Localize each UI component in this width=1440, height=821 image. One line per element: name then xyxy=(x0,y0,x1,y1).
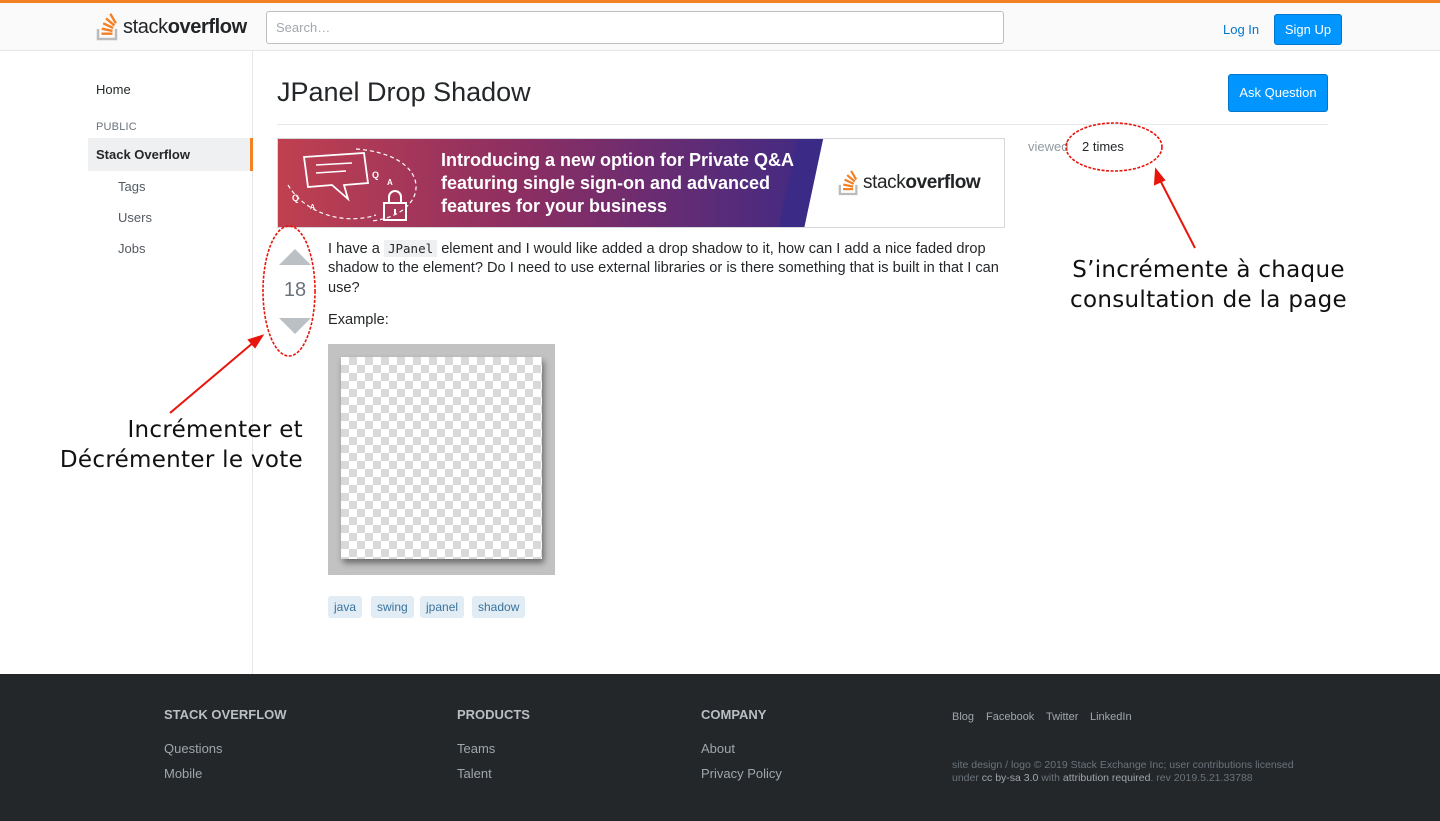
legal-text-part: . rev 2019.5.21.33788 xyxy=(1150,772,1253,784)
logo-wordmark: stackoverflow xyxy=(123,15,247,38)
vote-count: 18 xyxy=(283,279,307,301)
footer-heading-company: COMPANY xyxy=(701,707,767,722)
views-arrow-line xyxy=(1159,179,1196,249)
svg-text:A: A xyxy=(387,178,393,187)
transparent-checkerboard xyxy=(341,357,542,559)
question-body: I have a JPanel element and I would like… xyxy=(328,239,1004,298)
footer-legal-text: site design / logo © 2019 Stack Exchange… xyxy=(952,759,1322,785)
sidebar-item-users[interactable]: Users xyxy=(118,210,152,225)
tag-jpanel[interactable]: jpanel xyxy=(420,596,465,618)
footer-link-twitter[interactable]: Twitter xyxy=(1046,711,1078,723)
signup-button[interactable]: Sign Up xyxy=(1274,14,1342,45)
sidebar-section-label: PUBLIC xyxy=(96,121,137,133)
body-text-part: I have a xyxy=(328,241,384,257)
example-shadow-image xyxy=(328,344,555,575)
footer-heading-stackoverflow: STACK OVERFLOW xyxy=(164,707,287,722)
inline-code: JPanel xyxy=(383,240,438,257)
site-footer: STACK OVERFLOW Questions Mobile PRODUCTS… xyxy=(0,674,1440,821)
upvote-arrow-icon[interactable] xyxy=(279,248,311,266)
vote-annotation: Incrémenter et Décrémenter le vote xyxy=(40,415,303,475)
svg-text:A: A xyxy=(310,204,315,211)
footer-link-talent[interactable]: Talent xyxy=(457,766,492,781)
sidebar-item-jobs[interactable]: Jobs xyxy=(118,241,145,256)
sidebar-item-stack-overflow[interactable]: Stack Overflow xyxy=(88,138,253,171)
annotation-line: S’incrémente à chaque xyxy=(1072,257,1345,283)
footer-link-privacy-policy[interactable]: Privacy Policy xyxy=(701,766,782,781)
example-label: Example: xyxy=(328,312,389,328)
annotation-line: Décrémenter le vote xyxy=(59,447,303,473)
tag-shadow[interactable]: shadow xyxy=(472,596,526,618)
viewed-label: viewed xyxy=(1028,139,1069,154)
footer-link-mobile[interactable]: Mobile xyxy=(164,766,202,781)
login-link[interactable]: Log In xyxy=(1215,14,1267,45)
legal-text-part: with xyxy=(1038,772,1063,784)
banner-logo: stackoverflow xyxy=(838,169,981,197)
footer-heading-products: PRODUCTS xyxy=(457,707,530,722)
promo-banner[interactable]: Q A Q A Introducing a new option for Pri… xyxy=(277,138,1005,228)
title-divider xyxy=(277,124,1328,125)
view-count: 2 times xyxy=(1082,139,1124,154)
search-input[interactable] xyxy=(266,11,1004,44)
svg-text:Q: Q xyxy=(372,170,379,180)
left-sidebar: Home PUBLIC Stack Overflow Tags Users Jo… xyxy=(0,51,253,674)
ask-question-button[interactable]: Ask Question xyxy=(1228,74,1328,112)
banner-headline: Introducing a new option for Private Q&A… xyxy=(441,150,794,216)
footer-link-blog[interactable]: Blog xyxy=(952,711,974,723)
question-title[interactable]: JPanel Drop Shadow xyxy=(277,77,531,108)
tag-swing[interactable]: swing xyxy=(371,596,414,618)
footer-link-linkedin[interactable]: LinkedIn xyxy=(1090,711,1132,723)
views-arrowhead-icon xyxy=(1153,167,1166,186)
annotation-line: consultation de la page xyxy=(1070,287,1347,313)
footer-link-questions[interactable]: Questions xyxy=(164,741,223,756)
banner-logo-wordmark: stackoverflow xyxy=(863,172,981,193)
views-annotation: S’incrémente à chaque consultation de la… xyxy=(1056,255,1361,315)
svg-text:Q: Q xyxy=(292,193,299,203)
stackoverflow-logo[interactable]: stackoverflow xyxy=(96,11,247,43)
license-link[interactable]: cc by-sa 3.0 xyxy=(982,772,1039,784)
top-bar: stackoverflow Log In Sign Up xyxy=(0,0,1440,51)
attribution-link[interactable]: attribution required xyxy=(1063,772,1151,784)
footer-link-about[interactable]: About xyxy=(701,741,735,756)
annotation-line: Incrémenter et xyxy=(127,417,303,443)
sidebar-item-tags[interactable]: Tags xyxy=(118,179,145,194)
tag-java[interactable]: java xyxy=(328,596,363,618)
private-qa-illustration-icon: Q A Q A xyxy=(287,148,417,222)
sidebar-item-home[interactable]: Home xyxy=(96,82,131,97)
stackoverflow-logo-icon xyxy=(838,170,858,196)
downvote-arrow-icon[interactable] xyxy=(279,317,311,335)
footer-link-teams[interactable]: Teams xyxy=(457,741,495,756)
footer-link-facebook[interactable]: Facebook xyxy=(986,711,1034,723)
stackoverflow-logo-icon xyxy=(96,13,118,41)
